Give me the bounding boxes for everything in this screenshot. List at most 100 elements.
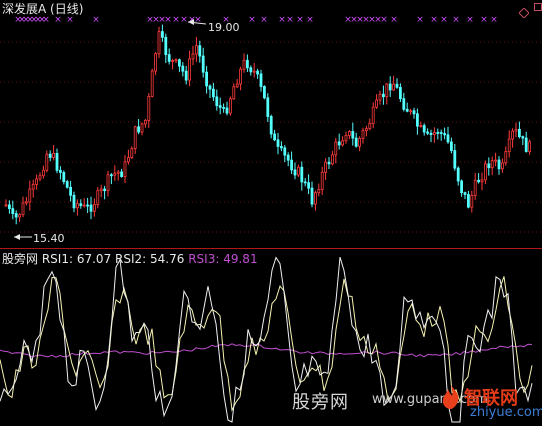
signal-markers: ×××××××× × × × ×××× × × × × × × × × × × ××××××× × × × × × × × ×… — [14, 15, 498, 25]
candle-down — [55, 153, 59, 171]
diamond-icon[interactable] — [518, 3, 530, 19]
candle-down — [524, 137, 528, 152]
candle-down — [283, 147, 287, 156]
candle-down — [14, 213, 18, 218]
watermark-center: 股旁网 — [292, 392, 349, 413]
candle-down — [395, 83, 399, 88]
signal-marker: × — [248, 15, 256, 25]
candle-down — [167, 54, 171, 62]
candle-down — [89, 204, 93, 212]
signal-marker: × — [260, 15, 268, 25]
candle-up — [320, 171, 324, 190]
candle-up — [4, 204, 8, 207]
candle-down — [446, 134, 450, 143]
candle-up — [507, 138, 511, 152]
candle-down — [436, 132, 440, 134]
candle-up — [514, 128, 518, 132]
candle-up — [235, 83, 239, 88]
candle-up — [42, 169, 45, 177]
candle-down — [208, 85, 212, 90]
candle-up — [188, 58, 192, 81]
candle-up — [76, 203, 79, 209]
candle-up — [504, 151, 508, 164]
signal-marker: × — [180, 15, 188, 25]
candles — [4, 24, 531, 225]
candle-up — [194, 45, 198, 55]
candle-up — [483, 163, 487, 181]
low-price-annotation: 15.40 — [14, 232, 65, 245]
signal-marker: × — [380, 15, 388, 25]
candle-down — [337, 141, 341, 146]
signal-marker: × — [278, 15, 286, 25]
candle-up — [96, 190, 100, 205]
candle-up — [24, 201, 28, 204]
candle-up — [490, 160, 494, 169]
candle-down — [11, 208, 15, 214]
candle-down — [137, 126, 141, 133]
candle-down — [211, 88, 215, 98]
candle-up — [344, 135, 348, 142]
candle-up — [21, 202, 25, 216]
candle-up — [341, 140, 345, 146]
candle-down — [453, 150, 457, 169]
signal-marker: × — [54, 15, 62, 25]
candle-down — [303, 181, 307, 184]
candle-down — [381, 93, 385, 98]
kline-chart[interactable]: ×××××××× × × × ×××× × × × × × × × × × × ××××××× × × × × × × × ×… — [0, 0, 542, 248]
candle-up — [82, 204, 86, 207]
candle-down — [521, 136, 525, 139]
candle-up — [324, 161, 328, 173]
stock-name: 深发展A — [2, 2, 47, 16]
candle-down — [48, 153, 52, 158]
rsi2-value: 54.76 — [150, 252, 185, 266]
candle-up — [52, 153, 55, 158]
candle-down — [249, 67, 253, 73]
candle-down — [7, 204, 11, 210]
candle-down — [256, 70, 260, 75]
candle-up — [361, 130, 365, 139]
chart-title: 深发展A (日线) — [2, 2, 83, 16]
candle-up — [171, 60, 175, 62]
candle-down — [181, 65, 185, 72]
candle-up — [252, 70, 256, 73]
candle-down — [259, 73, 263, 87]
candle-up — [432, 132, 436, 136]
candle-up — [116, 171, 120, 174]
candle-up — [45, 153, 49, 171]
signal-marker: × — [390, 15, 398, 25]
candle-up — [296, 166, 300, 176]
candle-down — [415, 113, 419, 127]
candle-up — [385, 83, 389, 98]
candle-up — [371, 106, 375, 124]
candle-up — [317, 189, 321, 194]
signal-marker: × — [480, 15, 488, 25]
site-logo: 智联网 zhiyue.com — [440, 380, 542, 424]
candle-down — [310, 187, 314, 205]
candle-up — [228, 98, 232, 114]
candle-down — [266, 97, 270, 117]
signal-marker: × — [466, 15, 474, 25]
candle-down — [273, 133, 277, 141]
source-label: 股旁网 — [2, 252, 39, 266]
candle-up — [330, 154, 334, 165]
candle-down — [177, 59, 181, 67]
candle-up — [334, 141, 338, 156]
candle-down — [426, 131, 430, 134]
candle-up — [473, 179, 477, 196]
candle-down — [293, 169, 297, 176]
signal-marker: × — [286, 15, 294, 25]
panel-toggle-icon[interactable] — [534, 3, 542, 11]
candle-down — [72, 194, 76, 209]
candle-down — [201, 55, 205, 73]
candle-down — [79, 203, 83, 206]
candle-down — [59, 169, 62, 173]
candle-up — [31, 183, 35, 190]
candle-up — [313, 192, 317, 205]
candle-down — [412, 110, 416, 115]
signal-marker: × — [66, 15, 74, 25]
rsi2-label: RSI2: — [115, 252, 147, 266]
logo-subtext: zhiyue.com — [470, 405, 542, 420]
rsi1-label: RSI1: — [41, 252, 74, 266]
candle-down — [518, 128, 521, 138]
candle-up — [511, 130, 515, 140]
